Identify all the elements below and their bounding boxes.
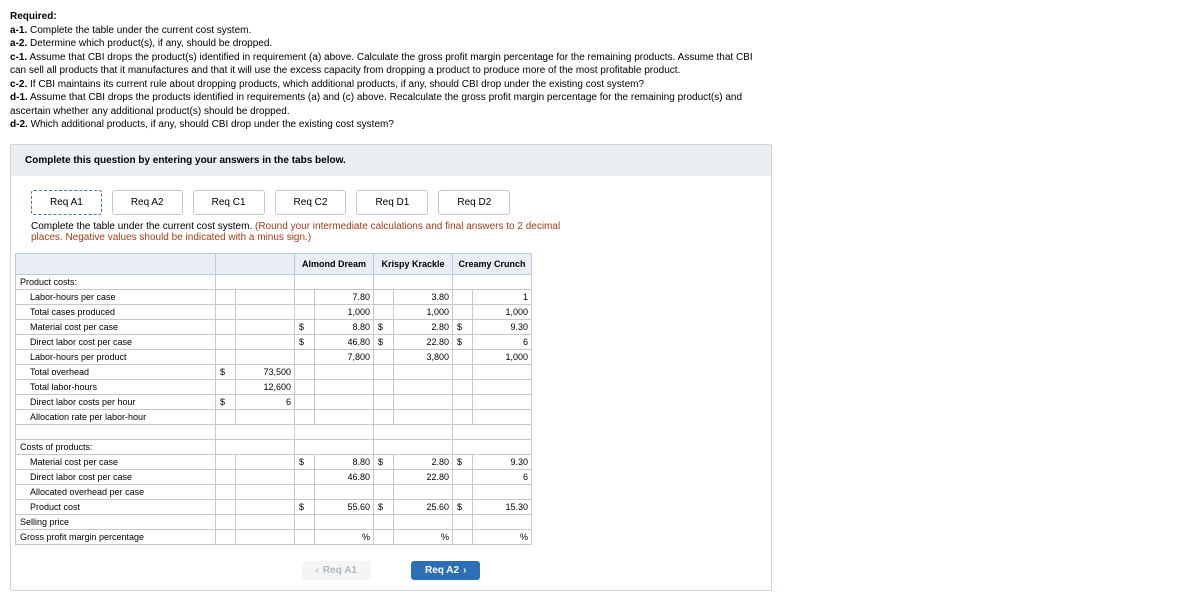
tab-req-d2[interactable]: Req D2 — [438, 190, 510, 215]
prev-button[interactable]: ‹ Req A1 — [302, 561, 371, 580]
tab-req-c1[interactable]: Req C1 — [193, 190, 265, 215]
tab-req-c2[interactable]: Req C2 — [275, 190, 347, 215]
chevron-right-icon: › — [463, 565, 466, 576]
required-heading: Required: — [10, 11, 57, 22]
tab-req-d1[interactable]: Req D1 — [356, 190, 428, 215]
col-krispy: Krispy Krackle — [374, 253, 453, 274]
nav-buttons: ‹ Req A1 Req A2 › — [11, 555, 771, 590]
tab-req-a1[interactable]: Req A1 — [31, 190, 102, 215]
chevron-left-icon: ‹ — [316, 565, 319, 576]
tab-req-a2[interactable]: Req A2 — [112, 190, 183, 215]
next-button[interactable]: Req A2 › — [411, 561, 480, 580]
tab-strip: Req A1 Req A2 Req C1 Req C2 Req D1 Req D… — [11, 176, 771, 219]
cost-table: Almond Dream Krispy Krackle Creamy Crunc… — [15, 253, 532, 545]
col-creamy: Creamy Crunch — [453, 253, 532, 274]
instruction-bar: Complete this question by entering your … — [11, 145, 771, 176]
work-area: Complete this question by entering your … — [10, 144, 772, 591]
requirements-block: Required: a-1. Complete the table under … — [10, 10, 770, 132]
col-almond: Almond Dream — [295, 253, 374, 274]
tab-note: Complete the table under the current cos… — [11, 219, 771, 253]
